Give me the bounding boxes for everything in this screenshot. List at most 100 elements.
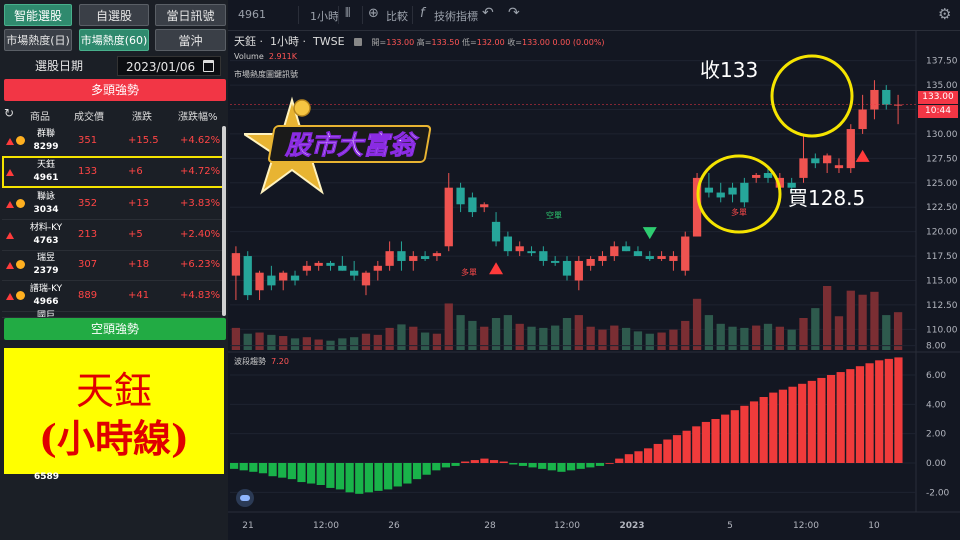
- undo-icon[interactable]: ↶: [482, 5, 494, 21]
- tab-daily-signals[interactable]: 當日訊號: [155, 4, 226, 26]
- coin-icon: [16, 291, 25, 300]
- row-change: +15.5: [128, 135, 159, 146]
- interval-selector[interactable]: 1小時: [310, 8, 339, 24]
- long-signal-arrow: [855, 149, 870, 162]
- volume-bar: [503, 315, 513, 350]
- symbol-search[interactable]: 4961: [238, 8, 266, 21]
- tab-day-trade[interactable]: 當沖: [155, 29, 226, 51]
- candle-body: [728, 187, 737, 195]
- settings-gear-icon[interactable]: ⚙: [938, 5, 951, 23]
- row-change-pct: +2.40%: [180, 229, 221, 240]
- list-item-code: 6589: [34, 472, 60, 482]
- column-header-name[interactable]: 商品: [30, 108, 50, 123]
- function-icon[interactable]: f: [420, 6, 425, 21]
- oscillator-bar: [634, 451, 643, 463]
- oscillator-bar: [374, 463, 383, 491]
- oscillator-bar: [316, 463, 325, 485]
- oscillator-bar: [518, 463, 528, 466]
- volume-label: Volume: [234, 52, 264, 61]
- price-axis-tick: 137.50: [926, 57, 958, 67]
- column-header-price[interactable]: 成交價: [74, 108, 104, 123]
- stock-list-row[interactable]: 聯詠 3034 352 +13 +3.83%: [2, 189, 224, 220]
- oscillator-bar: [422, 463, 431, 475]
- time-axis-tick: 12:00: [313, 521, 339, 531]
- candle-body: [799, 158, 808, 178]
- screening-date-row: 選股日期 2023/01/06: [0, 54, 228, 78]
- oscillator-bar: [644, 448, 653, 463]
- stock-list-row[interactable]: 國巨: [2, 308, 224, 318]
- price-axis-tick: 112.50: [926, 301, 958, 311]
- oscillator-bar: [692, 426, 701, 463]
- selected-row-highlight: [2, 156, 224, 188]
- bull-strong-header[interactable]: 多頭強勢: [4, 79, 226, 101]
- candle-body: [480, 204, 489, 208]
- candle-body: [562, 260, 572, 276]
- tab-watchlist[interactable]: 自選股: [79, 4, 149, 26]
- time-axis-tick: 2023: [619, 521, 644, 531]
- tab-smart-screening[interactable]: 智能選股: [4, 4, 72, 26]
- redo-icon[interactable]: ↷: [508, 5, 520, 21]
- oscillator-bar: [759, 397, 768, 463]
- candle-style-icon[interactable]: ⫴: [345, 6, 350, 21]
- time-axis-tick: 28: [484, 521, 496, 531]
- row-stock-name: 聯詠: [36, 192, 55, 202]
- up-arrow-icon: [6, 293, 14, 300]
- volume-bar: [574, 315, 583, 350]
- tab-market-heat-60[interactable]: 市場熱度(60): [79, 29, 149, 51]
- oscillator-value: 7.20: [271, 357, 289, 366]
- column-header-change-pct[interactable]: 漲跌幅%: [178, 108, 218, 123]
- close-highlight-circle: [770, 54, 854, 138]
- column-headers: ↻ 商品 成交價 漲跌 漲跌幅%: [2, 104, 226, 124]
- oscillator-bar: [278, 463, 287, 478]
- candle-body: [763, 173, 773, 178]
- candle-body: [468, 197, 477, 213]
- calendar-icon[interactable]: [203, 60, 214, 72]
- bear-strong-header[interactable]: 空頭強勢: [4, 318, 226, 340]
- time-axis-tick: 12:00: [554, 521, 580, 531]
- oscillator-bar: [826, 375, 836, 463]
- volume-bar: [361, 333, 371, 350]
- row-change-pct: +3.83%: [180, 198, 221, 209]
- candle-body: [361, 272, 371, 286]
- stock-list-row[interactable]: 群聯 8299 351 +15.5 +4.62%: [2, 126, 224, 157]
- time-axis-tick: 26: [388, 521, 400, 531]
- cloud-icon[interactable]: [236, 489, 254, 507]
- volume-legend: Volume 2.911K: [234, 52, 297, 61]
- candle-body: [834, 165, 844, 169]
- row-change: +18: [128, 259, 150, 270]
- row-price: 352: [78, 198, 98, 209]
- refresh-icon[interactable]: ↻: [4, 106, 14, 120]
- oscillator-bar: [239, 463, 248, 471]
- stock-list-row[interactable]: 瑞昱 2379 307 +18 +6.23%: [2, 250, 224, 281]
- screening-date-input[interactable]: 2023/01/06: [117, 56, 221, 76]
- volume-bar: [385, 327, 394, 350]
- oscillator-bar: [567, 463, 576, 471]
- osc-axis-tick: 0.00: [926, 459, 946, 469]
- tab-market-heat-day[interactable]: 市場熱度(日): [4, 29, 72, 51]
- oscillator-bar: [749, 401, 759, 463]
- volume-bar: [314, 339, 323, 350]
- list-scrollbar[interactable]: [222, 126, 226, 316]
- indicators-button[interactable]: 技術指標: [434, 8, 478, 24]
- plus-circle-icon[interactable]: ⊕: [368, 6, 379, 21]
- stock-list-row[interactable]: 材料-KY 4763 213 +5 +2.40%: [2, 220, 224, 251]
- compare-button[interactable]: 比較: [386, 8, 408, 24]
- signal-long-label-1: 多單: [461, 268, 477, 277]
- candle-body: [586, 258, 595, 266]
- candle-body: [279, 272, 288, 281]
- oscillator-bar: [894, 357, 903, 463]
- volume-bar: [775, 326, 784, 350]
- column-header-change[interactable]: 漲跌: [132, 108, 152, 123]
- annotation-close-price: 收133: [700, 58, 759, 82]
- oscillator-bar: [249, 463, 258, 472]
- signal-legend: 市場熱度圖鍵訊號: [234, 70, 298, 79]
- oscillator-bar: [499, 461, 508, 463]
- candle-body: [598, 256, 607, 261]
- oscillator-bar: [605, 463, 614, 464]
- collapse-icon[interactable]: [354, 38, 363, 46]
- candle-body: [515, 246, 524, 252]
- last-price-tag: 133.00: [918, 91, 958, 104]
- legend-exchange: TWSE: [313, 35, 345, 48]
- up-arrow-icon: [6, 232, 14, 239]
- row-stock-name: 譜瑞-KY: [29, 284, 63, 294]
